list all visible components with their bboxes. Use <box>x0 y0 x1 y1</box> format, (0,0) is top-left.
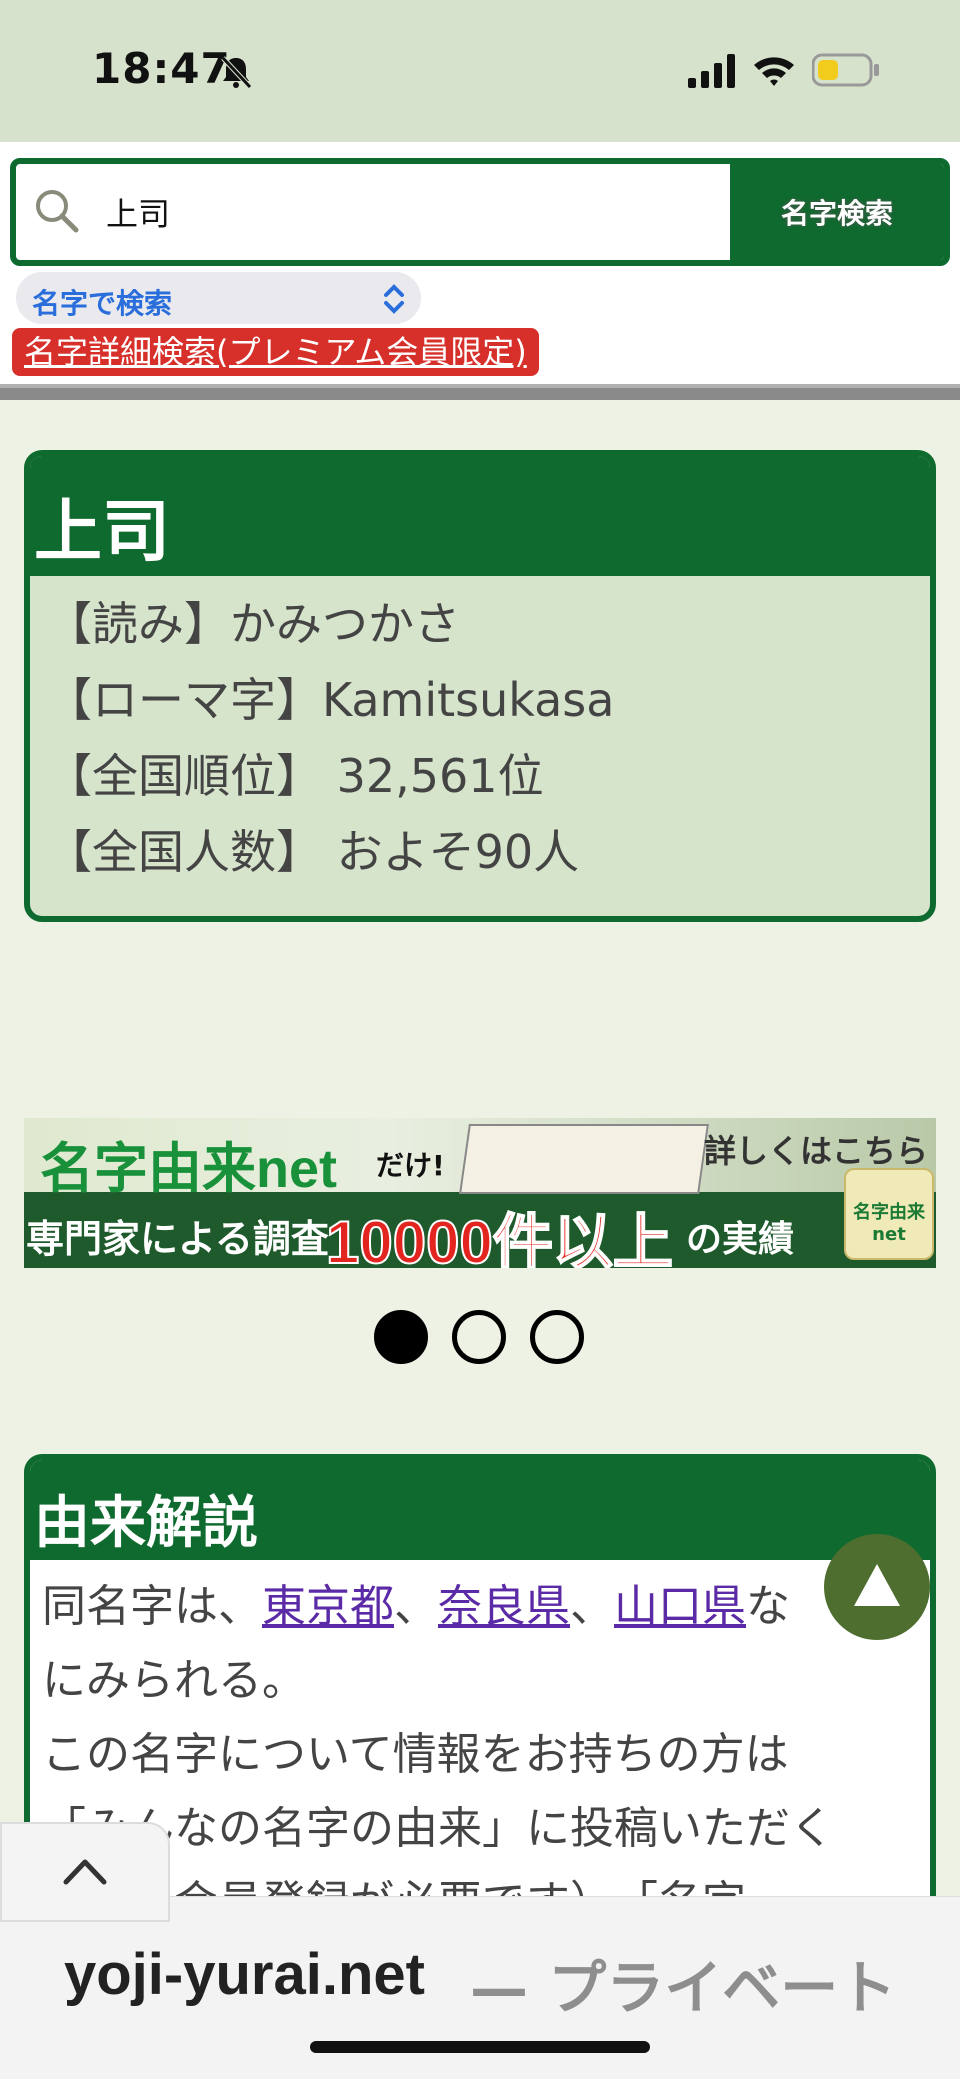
surname-title: 上司 <box>34 493 171 572</box>
banner-dake: だけ! <box>376 1149 445 1182</box>
browser-address-bar[interactable]: yoji-yurai.net — プライベート <box>0 1896 960 2079</box>
pager-dot-1[interactable] <box>374 1310 428 1364</box>
status-bar: 18:47 <box>0 0 960 142</box>
origin-body: 同名字は、東京都、奈良県、山口県な にみられる。 この名字について情報をお持ちの… <box>42 1570 922 1940</box>
banner-detail-link: 詳しくはこちら <box>703 1132 928 1170</box>
scroll-illustration <box>459 1124 709 1194</box>
header-divider <box>0 384 960 400</box>
origin-line-4: 「みんなの名字の由来」に投稿いただく <box>42 1803 834 1854</box>
search-bar: 名字検索 <box>10 158 950 266</box>
search-header: 名字検索 名字で検索 名字詳細検索(プレミアム会員限定) <box>0 142 960 386</box>
up-down-chevron-icon <box>384 284 404 314</box>
reading-row: 【読み】かみつかさ <box>46 597 460 651</box>
population-row: 【全国人数】 およそ90人 <box>46 825 580 879</box>
surname-search-button[interactable]: 名字検索 <box>730 164 944 260</box>
romaji-row: 【ローマ字】Kamitsukasa <box>46 673 615 727</box>
pager-dot-3[interactable] <box>530 1310 584 1364</box>
nara-link[interactable]: 奈良県 <box>438 1581 570 1632</box>
yamaguchi-link[interactable]: 山口県 <box>614 1581 746 1632</box>
search-mode-select[interactable]: 名字で検索 <box>16 272 421 324</box>
origin-text: 同名字は、 <box>42 1581 262 1632</box>
origin-line-1: 同名字は、東京都、奈良県、山口県な <box>42 1570 922 1644</box>
scroll-to-top-button[interactable] <box>824 1534 930 1640</box>
up-triangle-icon <box>854 1564 900 1606</box>
chevron-up-icon <box>63 1859 107 1885</box>
origin-title: 由来解説 <box>34 1491 258 1556</box>
status-time: 18:47 <box>92 44 231 93</box>
logo-text-top: 名字由来 <box>853 1202 925 1223</box>
search-mode-label: 名字で検索 <box>32 287 173 320</box>
address-domain: yoji-yurai.net <box>64 1942 425 2007</box>
banner-result-text: の実績 <box>686 1219 795 1260</box>
banner-count-text: 10000件以上 <box>325 1208 674 1268</box>
cellular-signal-icon <box>688 54 735 88</box>
pager-dot-2[interactable] <box>452 1310 506 1364</box>
origin-line-2: にみられる。 <box>42 1655 306 1706</box>
origin-sep: 、 <box>570 1581 614 1632</box>
toolbar-expand-tab[interactable] <box>0 1822 170 1922</box>
banner-expert-text: 専門家による調査 <box>26 1217 329 1261</box>
site-logo: 名字由来 net <box>844 1168 934 1260</box>
surname-info: 【読み】かみつかさ 【ローマ字】Kamitsukasa 【全国順位】 32,56… <box>46 586 614 890</box>
carousel-pager <box>374 1310 586 1366</box>
bell-slash-icon <box>221 56 252 89</box>
logo-text-bottom: net <box>872 1224 906 1245</box>
wifi-icon <box>754 57 794 86</box>
origin-text: な <box>746 1581 790 1632</box>
banner-title: 名字由来net <box>40 1139 337 1199</box>
home-indicator <box>310 2041 650 2053</box>
battery-low-icon <box>812 53 879 87</box>
promo-banner[interactable]: 名字由来net だけ! 詳しくはこちら 専門家による調査 10000件以上 の実… <box>24 1118 936 1268</box>
premium-detail-search-link[interactable]: 名字詳細検索(プレミアム会員限定) <box>12 328 539 376</box>
national-rank-row: 【全国順位】 32,561位 <box>46 749 544 803</box>
search-icon <box>36 190 79 233</box>
private-mode-label: — プライベート <box>470 1954 897 2022</box>
search-input[interactable] <box>106 182 706 242</box>
tokyo-link[interactable]: 東京都 <box>262 1581 394 1632</box>
surname-card: 上司 【読み】かみつかさ 【ローマ字】Kamitsukasa 【全国順位】 32… <box>24 450 936 922</box>
origin-line-3: この名字について情報をお持ちの方は <box>42 1729 789 1780</box>
origin-sep: 、 <box>394 1581 438 1632</box>
